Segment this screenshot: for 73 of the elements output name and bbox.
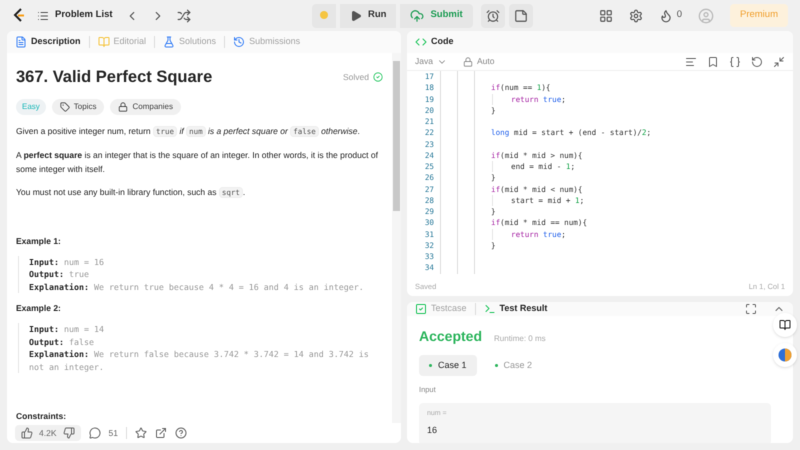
companies-tag[interactable]: Companies	[110, 98, 181, 115]
timer-button[interactable]	[480, 4, 505, 28]
example-heading: Example 2:	[16, 302, 62, 316]
panel-tab[interactable]: Test Result	[500, 302, 548, 316]
reset-icon[interactable]	[751, 56, 763, 68]
checkbox-icon	[415, 302, 427, 315]
language-select[interactable]: Java	[415, 55, 447, 68]
comment-icon[interactable]	[88, 427, 100, 439]
collapse-icon[interactable]	[773, 56, 785, 68]
panel-title: Code	[431, 35, 454, 48]
premium-button[interactable]: Premium	[730, 4, 788, 27]
problem-title: 367. Valid Perfect Square	[16, 67, 212, 88]
alarm-clock-icon	[486, 8, 500, 22]
example-line: Input: num = 16	[29, 256, 105, 268]
comment-count: 51	[108, 426, 118, 440]
code-icon	[415, 36, 427, 48]
submit-button[interactable]: Submit	[400, 4, 473, 28]
example-line: Input: num = 14	[29, 323, 105, 336]
document-icon	[15, 36, 27, 48]
param-value: 16	[427, 424, 438, 437]
problem-list-link[interactable]: Problem List	[55, 8, 113, 23]
runtime: Runtime: 0 ms	[494, 332, 546, 344]
braces-icon[interactable]	[729, 56, 741, 68]
streak-count: 0	[676, 8, 682, 22]
panel-tab[interactable]: Submissions	[249, 35, 300, 49]
verdict: Accepted	[419, 326, 482, 346]
thumbs-up-icon[interactable]	[21, 427, 33, 439]
tag-icon	[60, 102, 70, 112]
grid-icon[interactable]	[598, 8, 613, 22]
like-count: 4.2K	[39, 426, 56, 440]
run-button[interactable]: Run	[340, 4, 396, 28]
cloud-upload-icon	[410, 8, 424, 22]
logo-icon	[12, 8, 25, 23]
terminal-icon	[484, 302, 496, 315]
case-tab[interactable]: Case 2	[484, 354, 542, 376]
example-line: Explanation: We return true because 4 * 4 = 16 and 4 is an integer.	[29, 280, 365, 294]
panel-tab[interactable]: Editorial	[114, 35, 146, 49]
panel-tab[interactable]: Solutions	[179, 35, 216, 49]
description-paragraph: A perfect square is an integer that is the square of an integer. In other words, it is the product of some integer with itself.	[16, 148, 379, 176]
share-icon[interactable]	[154, 427, 167, 439]
panel-tab[interactable]: Description	[31, 35, 81, 49]
settings-icon[interactable]	[628, 8, 643, 22]
history-icon	[233, 36, 246, 48]
check-circle-icon	[373, 72, 383, 82]
topics-tag[interactable]: Topics	[52, 98, 104, 115]
difficulty-tag: Easy	[16, 98, 46, 115]
bookmark-icon[interactable]	[707, 56, 719, 68]
example-heading: Example 1:	[16, 235, 62, 248]
maximize-icon[interactable]	[745, 302, 757, 315]
mode-label: Auto	[476, 55, 494, 68]
case-tab[interactable]: Case 1	[419, 354, 477, 376]
tag-label: Companies	[132, 100, 173, 113]
format-icon[interactable]	[685, 56, 697, 68]
note-icon	[514, 8, 528, 22]
example-line: Output: true	[29, 268, 90, 281]
constraints-heading: Constraints:	[16, 410, 68, 423]
flask-icon	[163, 36, 176, 48]
book-icon	[779, 319, 791, 331]
lock-icon	[462, 56, 473, 66]
notes-button[interactable]	[508, 4, 533, 28]
example-line: Output: false	[29, 336, 95, 348]
help-icon[interactable]	[174, 427, 187, 439]
solved-status: Solved	[343, 71, 369, 84]
shuffle-icon[interactable]	[176, 8, 191, 22]
example-line: Explanation: We return false because 3.742 * 3.742 = 14 and 3.742 is not an integer.	[29, 348, 370, 374]
panel-tab[interactable]: Testcase	[431, 302, 467, 316]
thumbs-down-icon[interactable]	[62, 427, 74, 439]
flame-icon	[658, 8, 673, 22]
play-icon	[350, 10, 362, 22]
star-icon[interactable]	[134, 427, 147, 439]
lock-icon	[118, 102, 128, 112]
book-icon	[98, 36, 110, 48]
tag-label: Topics	[74, 100, 96, 113]
